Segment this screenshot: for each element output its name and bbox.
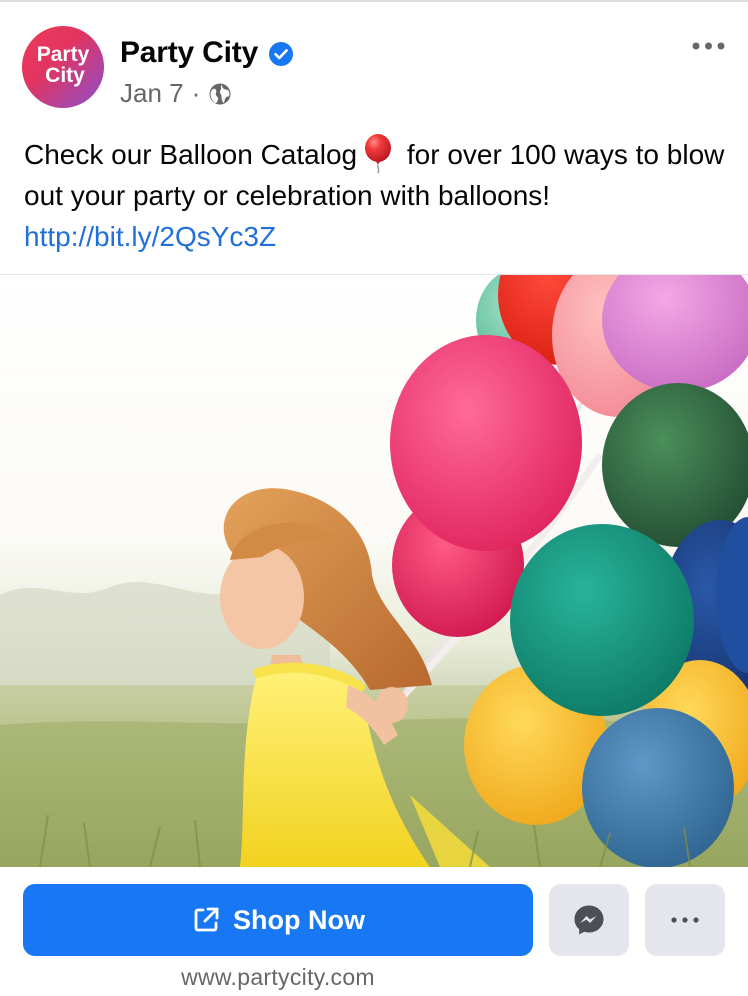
shop-now-button[interactable]: Shop Now <box>23 884 533 956</box>
more-options-button[interactable] <box>645 884 725 956</box>
post-date[interactable]: Jan 7 <box>120 78 184 109</box>
post-text-part1: Check our Balloon Catalog <box>24 139 358 170</box>
globe-icon <box>209 83 231 104</box>
shop-now-label: Shop Now <box>233 904 365 935</box>
party-city-logo: Party City <box>37 43 90 87</box>
avatar[interactable]: Party City <box>22 26 104 108</box>
more-horizontal-icon <box>671 917 699 923</box>
logo-text-line2: City <box>45 64 85 87</box>
messenger-icon <box>574 905 604 935</box>
page-name[interactable]: Party City <box>120 36 258 70</box>
external-link-icon <box>194 907 219 932</box>
post-message: Check our Balloon Catalog for over 100 w… <box>24 134 730 257</box>
red-balloon-emoji <box>365 134 392 174</box>
post-menu-more-icon[interactable] <box>690 36 730 56</box>
send-message-button[interactable] <box>549 884 629 956</box>
post-meta: Jan 7 · <box>120 78 232 109</box>
post-header: Party City Party City Jan 7 · <box>0 22 748 112</box>
verified-badge-icon <box>269 42 293 66</box>
post-link[interactable]: http://bit.ly/2QsYc3Z <box>24 221 276 252</box>
balloons-photo-illustration <box>0 275 748 867</box>
link-domain[interactable]: www.partycity.com <box>0 964 556 991</box>
top-divider <box>0 0 748 2</box>
post-photo[interactable] <box>0 275 748 867</box>
call-to-action-bar: Shop Now www.partycity.com <box>0 867 748 996</box>
logo-text-line1: Party <box>37 43 90 66</box>
meta-separator: · <box>191 78 201 108</box>
